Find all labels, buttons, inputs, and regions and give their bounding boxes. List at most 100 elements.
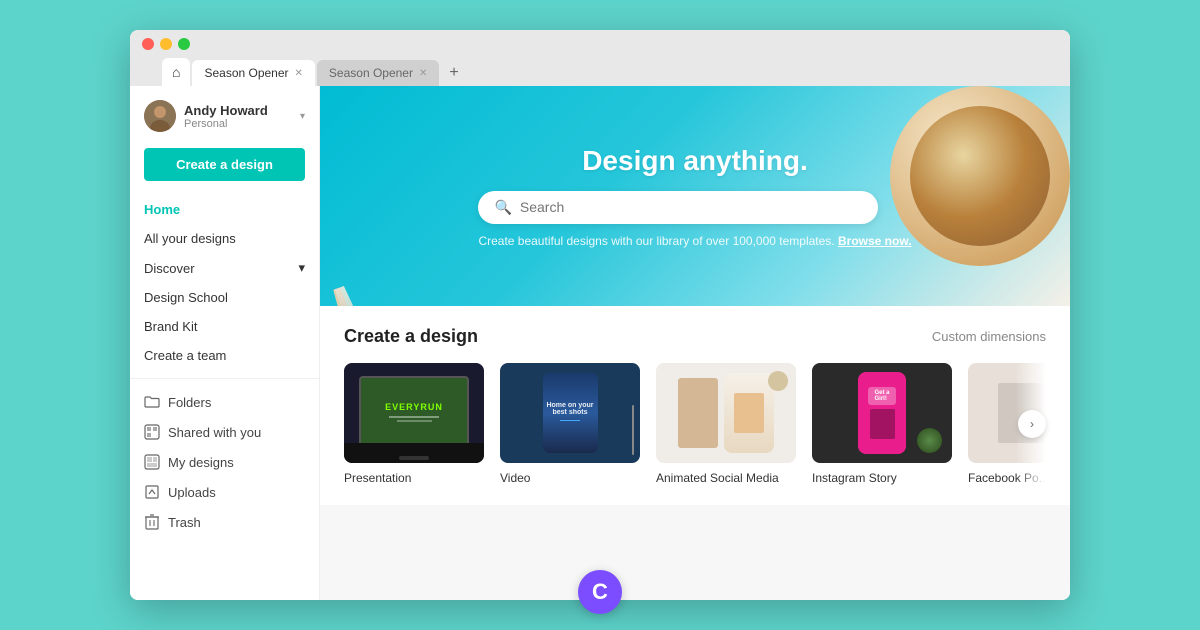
hero-search[interactable]: 🔍 (478, 191, 878, 224)
presentation-text: EVERYRUN (385, 402, 443, 412)
insta-img (870, 409, 895, 439)
social-img (734, 393, 764, 433)
maximize-button[interactable] (178, 38, 190, 50)
sidebar-item-create-team[interactable]: Create a team (130, 341, 319, 370)
video-thumbnail: Home on your best shots (500, 363, 640, 463)
hero-subtitle: Create beautiful designs with our librar… (478, 234, 911, 248)
carousel-next-button[interactable]: › (1018, 410, 1046, 438)
nav-design-school-label: Design School (144, 290, 228, 305)
sidebar-item-all-designs[interactable]: All your designs (130, 224, 319, 253)
nav-create-team-label: Create a team (144, 348, 226, 363)
user-name: Andy Howard (184, 103, 292, 118)
section-title: Create a design (344, 326, 478, 347)
instagram-thumbnail: Get a Girl! (812, 363, 952, 463)
home-tab[interactable]: ⌂ (162, 58, 190, 86)
browser-window: ⌂ Season Opener ✕ Season Opener ✕ + (130, 30, 1070, 600)
tab-2[interactable]: Season Opener ✕ (317, 60, 439, 86)
sidebar-item-brand-kit[interactable]: Brand Kit (130, 312, 319, 341)
minimize-button[interactable] (160, 38, 172, 50)
hero-banner: Design anything. 🔍 Create beautiful desi… (320, 86, 1070, 306)
social-content (678, 373, 774, 453)
insta-phone: Get a Girl! (858, 372, 906, 454)
new-tab-button[interactable]: + (441, 60, 466, 86)
sidebar-item-folders[interactable]: Folders (130, 387, 319, 417)
social-phone-content (724, 373, 774, 453)
nav-all-designs-label: All your designs (144, 231, 236, 246)
sidebar-item-shared[interactable]: Shared with you (130, 417, 319, 447)
video-phone: Home on your best shots (543, 373, 598, 453)
design-card-instagram[interactable]: Get a Girl! Instag (812, 363, 952, 485)
browser-tabs: ⌂ Season Opener ✕ Season Opener ✕ + (162, 58, 1058, 86)
coffee-cup-decoration (890, 86, 1070, 266)
hero-subtitle-text: Create beautiful designs with our librar… (478, 234, 834, 248)
tab-1[interactable]: Season Opener ✕ (192, 60, 314, 86)
design-card-video[interactable]: Home on your best shots Video (500, 363, 640, 485)
user-type: Personal (184, 118, 292, 130)
browser-content: Andy Howard Personal ▾ Create a design H… (130, 86, 1070, 600)
my-designs-icon (144, 454, 160, 470)
insta-content: Get a Girl! (858, 372, 906, 454)
sidebar-item-design-school[interactable]: Design School (130, 283, 319, 312)
laptop-base (344, 443, 484, 463)
sidebar-item-home[interactable]: Home (130, 195, 319, 224)
presentation-screen: EVERYRUN (359, 376, 469, 451)
sidebar-item-discover[interactable]: Discover ▾ (130, 253, 319, 283)
tab-2-label: Season Opener (329, 66, 413, 80)
shared-icon (144, 424, 160, 440)
search-input[interactable] (520, 199, 863, 215)
presentation-thumbnail: EVERYRUN (344, 363, 484, 463)
sidebar: Andy Howard Personal ▾ Create a design H… (130, 86, 320, 600)
custom-dimensions-link[interactable]: Custom dimensions (932, 329, 1046, 344)
tab-1-label: Season Opener (204, 66, 288, 80)
presentation-content: EVERYRUN (385, 402, 443, 424)
design-cards-container: EVERYRUN Presentation (344, 363, 1046, 485)
trash-icon (144, 514, 160, 530)
folder-icon (144, 394, 160, 410)
shared-label: Shared with you (168, 425, 261, 440)
user-profile[interactable]: Andy Howard Personal ▾ (130, 86, 319, 142)
pen-decoration (632, 405, 634, 455)
close-button[interactable] (142, 38, 154, 50)
uploads-icon (144, 484, 160, 500)
sidebar-item-my-designs[interactable]: My designs (130, 447, 319, 477)
insta-badge: Get a Girl! (868, 387, 895, 405)
uploads-label: Uploads (168, 485, 216, 500)
user-info: Andy Howard Personal (184, 103, 292, 130)
video-content: Home on your best shots (543, 373, 598, 453)
coffee-latte-art (910, 106, 1050, 246)
chevron-down-icon: ▾ (300, 111, 305, 122)
main-content: Design anything. 🔍 Create beautiful desi… (320, 86, 1070, 600)
presentation-label: Presentation (344, 471, 484, 485)
instagram-label: Instagram Story (812, 471, 952, 485)
social-thumbnail (656, 363, 796, 463)
avatar (144, 100, 176, 132)
video-label: Video (500, 471, 640, 485)
my-designs-label: My designs (168, 455, 234, 470)
nav-brand-kit-label: Brand Kit (144, 319, 197, 334)
social-phone (724, 373, 774, 453)
design-cards: EVERYRUN Presentation (344, 363, 1046, 485)
folders-label: Folders (168, 395, 211, 410)
sidebar-item-trash[interactable]: Trash (130, 507, 319, 537)
design-card-social[interactable]: Animated Social Media (656, 363, 796, 485)
social-item-1 (678, 378, 718, 448)
search-icon: 🔍 (494, 199, 511, 216)
design-card-presentation[interactable]: EVERYRUN Presentation (344, 363, 484, 485)
section-header: Create a design Custom dimensions (344, 326, 1046, 347)
browser-chrome: ⌂ Season Opener ✕ Season Opener ✕ + (130, 30, 1070, 86)
trash-label: Trash (168, 515, 201, 530)
chevron-discover-icon: ▾ (298, 260, 305, 276)
facebook-label: Facebook Po... (968, 471, 1046, 485)
nav-home-label: Home (144, 202, 180, 217)
tab-2-close[interactable]: ✕ (419, 68, 427, 79)
sidebar-item-uploads[interactable]: Uploads (130, 477, 319, 507)
social-circle-deco (768, 371, 788, 391)
canva-logo: C (578, 570, 622, 614)
create-design-button[interactable]: Create a design (144, 148, 305, 181)
hero-content: Design anything. 🔍 Create beautiful desi… (478, 145, 911, 248)
plant-deco (917, 428, 942, 453)
nav-divider (130, 378, 319, 379)
nav-discover-label: Discover (144, 261, 195, 276)
browse-now-link[interactable]: Browse now. (838, 234, 912, 248)
tab-1-close[interactable]: ✕ (295, 68, 303, 79)
